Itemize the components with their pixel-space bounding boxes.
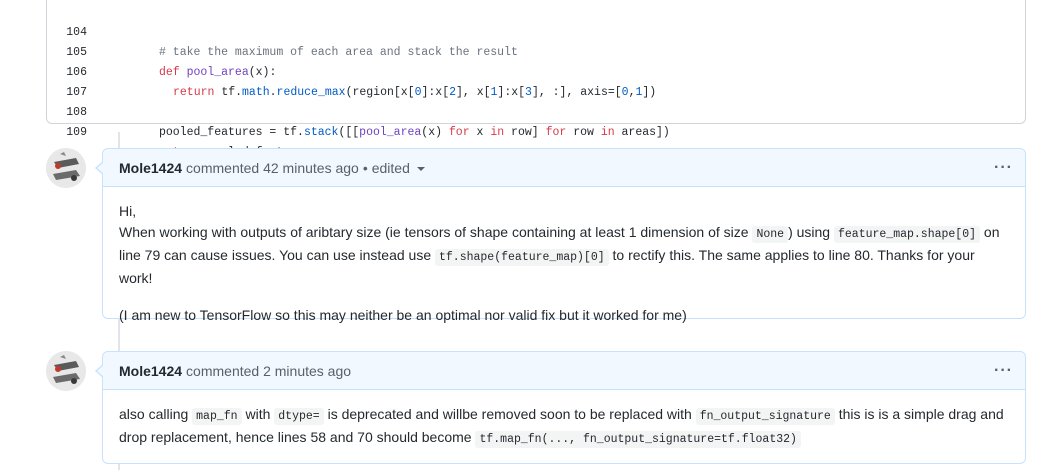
code-text: pooled_features = tf.stack([[pool_area(x… [159, 123, 670, 143]
kebab-menu-icon[interactable]: ··· [994, 160, 1013, 176]
comment-body: also calling map_fn with dtype= is depre… [103, 390, 1025, 462]
comment: Mole1424 commented 42 minutes ago • edit… [95, 148, 1026, 323]
code-line: 104 # take the maximum of each area and … [47, 3, 1025, 59]
function-name: pool_area [359, 126, 422, 139]
code-token: ([[ [338, 126, 360, 139]
comment-action: commented [186, 362, 260, 379]
edited-label: edited [371, 159, 410, 176]
comment-body: Hi, When working with outputs of aribtary… [103, 187, 1025, 338]
comment-text: with [241, 406, 275, 422]
keyword: in [600, 126, 615, 139]
comment-author[interactable]: Mole1424 [119, 160, 182, 176]
keyword: in [490, 126, 505, 139]
code-line: 109 return pooled_features [47, 103, 1025, 159]
comment-text: When working with outputs of aribtary si… [119, 224, 753, 240]
edited-dropdown[interactable]: edited [372, 160, 425, 176]
code-token: (x) [421, 126, 449, 139]
comment-header: Mole1424 commented 42 minutes ago • edit… [103, 149, 1025, 187]
avatar-image [46, 351, 86, 391]
keyword: for [448, 126, 470, 139]
comment-timestamp[interactable]: 2 minutes ago [263, 363, 351, 379]
code-token: row [566, 126, 601, 139]
keyword: for [545, 126, 567, 139]
code-line: 107 [47, 63, 1025, 99]
comment-author[interactable]: Mole1424 [119, 363, 182, 379]
comment: Mole1424 commented 2 minutes ago ··· als… [95, 351, 1026, 464]
separator: • [362, 159, 368, 176]
comment-text: ) using [788, 224, 834, 240]
inline-code: tf.map_fn(..., fn_output_signature=tf.fl… [475, 431, 801, 448]
comment-text: Hi, [119, 203, 137, 219]
avatar[interactable] [46, 351, 86, 391]
code-line: 108 pooled_features = tf.stack([[pool_ar… [47, 83, 1025, 139]
comment-paragraph: Hi, When working with outputs of aribtary… [119, 201, 1009, 289]
code-token: x [469, 126, 491, 139]
code-token: pooled_features = tf. [159, 126, 304, 139]
code-token: areas]) [614, 126, 670, 139]
line-number[interactable]: 109 [47, 123, 87, 143]
comment-header: Mole1424 commented 2 minutes ago ··· [103, 352, 1025, 390]
comment-paragraph: also calling map_fn with dtype= is depre… [119, 404, 1009, 450]
comment-timestamp[interactable]: 42 minutes ago [263, 160, 359, 176]
avatar[interactable] [46, 148, 86, 188]
comment-action: commented [186, 159, 260, 176]
kebab-menu-icon[interactable]: ··· [994, 363, 1013, 379]
comment-text: is deprecated and willbe removed soon to… [323, 406, 696, 422]
inline-code: feature_map.shape[0] [833, 226, 981, 243]
code-snippet: 104 # take the maximum of each area and … [46, 0, 1026, 159]
avatar-image [46, 148, 86, 188]
inline-code: map_fn [192, 408, 242, 425]
inline-code: None [752, 226, 789, 243]
code-line: 105 def pool_area(x): [47, 23, 1025, 79]
inline-code: fn_output_signature [695, 408, 835, 425]
caret-down-icon [416, 166, 425, 171]
timeline-connector [118, 464, 120, 470]
inline-code: tf.shape(feature_map)[0] [435, 249, 609, 266]
comment-paragraph: (I am new to TensorFlow so this may neit… [119, 307, 687, 323]
comment-text: also calling [119, 406, 193, 422]
code-token: stack [303, 126, 339, 139]
code-token: row] [504, 126, 546, 139]
code-line: 106 return tf.math.reduce_max(region[x[0… [47, 43, 1025, 99]
inline-code: dtype= [274, 408, 324, 425]
